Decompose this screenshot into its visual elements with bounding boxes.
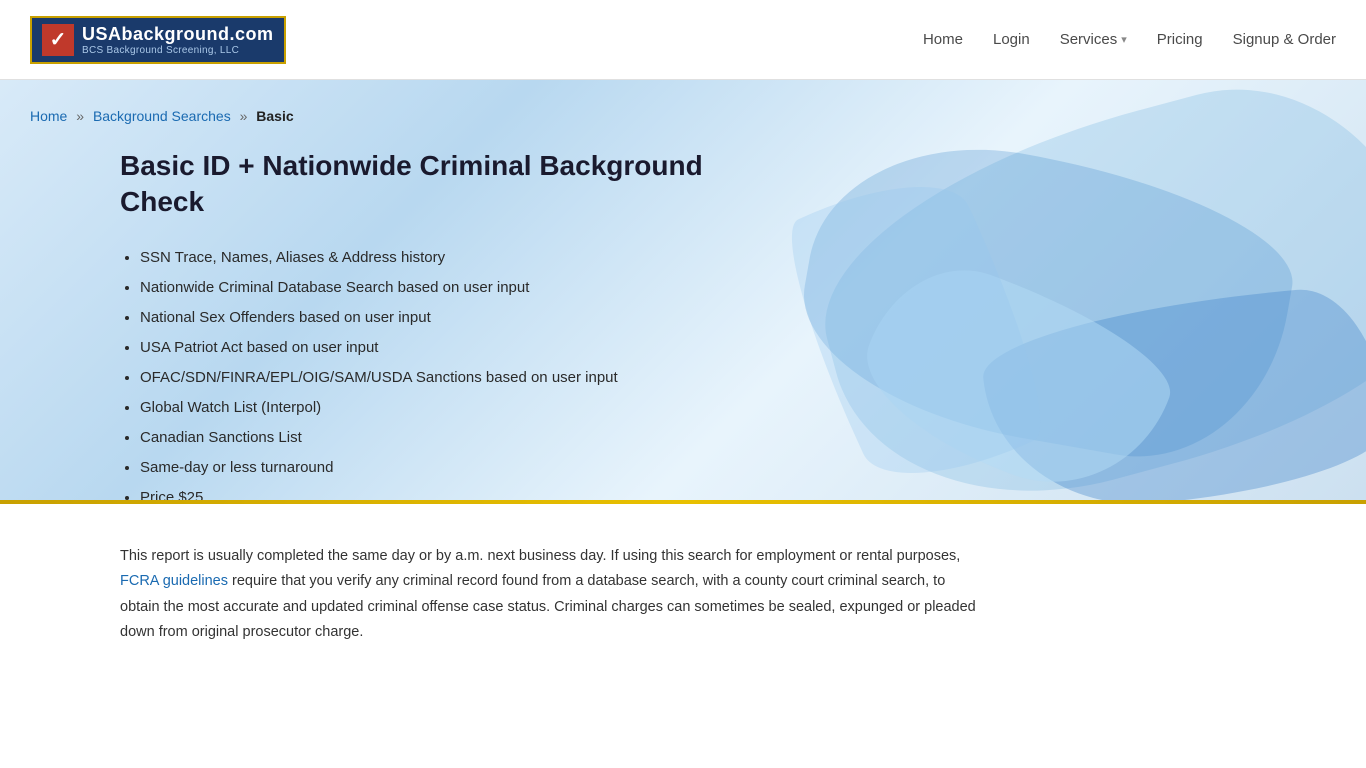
breadcrumb: Home » Background Searches » Basic	[0, 80, 1366, 124]
logo-box: ✓ USAbackground.com BCS Background Scree…	[30, 16, 286, 64]
list-item: USA Patriot Act based on user input	[140, 333, 770, 363]
list-item: Same-day or less turnaround	[140, 453, 770, 483]
list-item: Price $25	[140, 483, 770, 500]
logo-site-name: USAbackground.com	[82, 24, 274, 45]
breadcrumb-current: Basic	[256, 108, 293, 124]
nav-signup[interactable]: Signup & Order	[1233, 31, 1336, 48]
description-paragraph: This report is usually completed the sam…	[120, 544, 980, 646]
main-content: This report is usually completed the sam…	[0, 504, 1100, 686]
logo-tagline: BCS Background Screening, LLC	[82, 45, 274, 56]
list-item: Canadian Sanctions List	[140, 423, 770, 453]
logo[interactable]: ✓ USAbackground.com BCS Background Scree…	[30, 16, 286, 64]
list-item: National Sex Offenders based on user inp…	[140, 303, 770, 333]
breadcrumb-sep-2: »	[240, 108, 248, 124]
list-item: Global Watch List (Interpol)	[140, 393, 770, 423]
breadcrumb-sep-1: »	[76, 108, 84, 124]
site-header: ✓ USAbackground.com BCS Background Scree…	[0, 0, 1366, 80]
list-item: Nationwide Criminal Database Search base…	[140, 273, 770, 303]
logo-text: USAbackground.com BCS Background Screeni…	[82, 24, 274, 56]
nav-pricing[interactable]: Pricing	[1157, 31, 1203, 48]
page-title: Basic ID + Nationwide Criminal Backgroun…	[120, 148, 770, 221]
breadcrumb-background-searches[interactable]: Background Searches	[93, 108, 231, 124]
logo-checkmark: ✓	[42, 24, 74, 56]
nav-login[interactable]: Login	[993, 31, 1030, 48]
fcra-link[interactable]: FCRA guidelines	[120, 573, 228, 589]
hero-section: Home » Background Searches » Basic Basic…	[0, 80, 1366, 500]
nav-home[interactable]: Home	[923, 31, 963, 48]
chevron-down-icon: ▾	[1121, 33, 1127, 46]
main-nav: Home Login Services ▾ Pricing Signup & O…	[923, 31, 1336, 48]
hero-content: Basic ID + Nationwide Criminal Backgroun…	[0, 124, 800, 500]
breadcrumb-home[interactable]: Home	[30, 108, 67, 124]
list-item: SSN Trace, Names, Aliases & Address hist…	[140, 243, 770, 273]
nav-services[interactable]: Services ▾	[1060, 31, 1127, 48]
list-item: OFAC/SDN/FINRA/EPL/OIG/SAM/USDA Sanction…	[140, 363, 770, 393]
features-list: SSN Trace, Names, Aliases & Address hist…	[120, 243, 770, 500]
